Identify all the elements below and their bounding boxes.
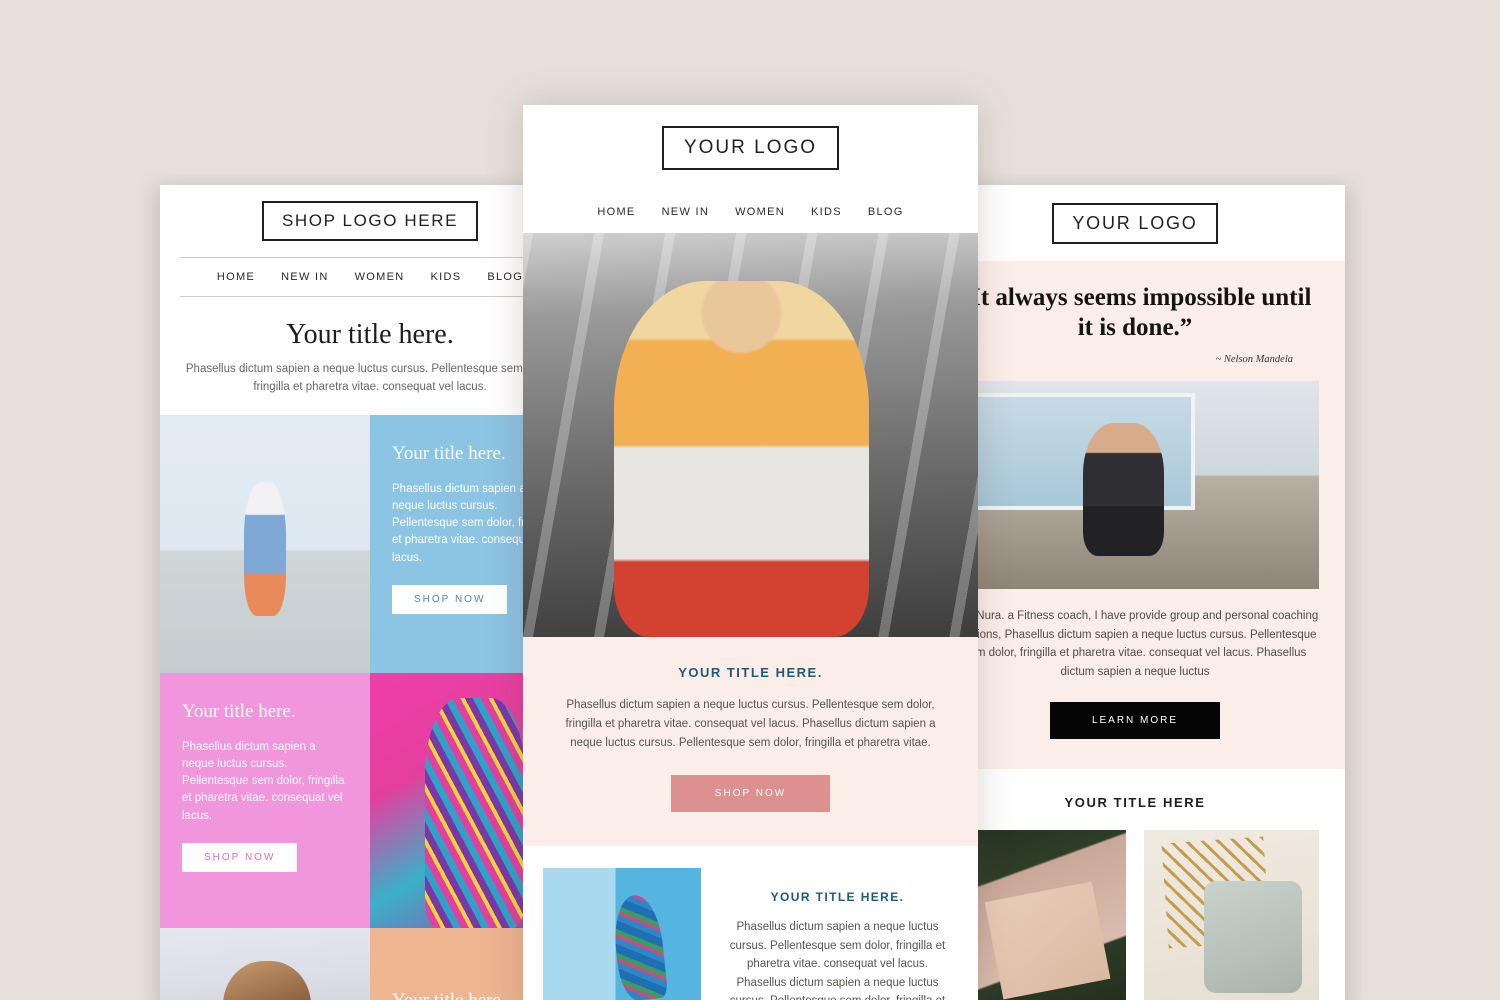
right-body-text: I'am Nura. a Fitness coach, I have provi… bbox=[951, 610, 1319, 678]
right-lower-section: YOUR TITLE HERE bbox=[925, 768, 1345, 1000]
left-block-row-1: Your title here. Phasellus dictum sapien… bbox=[160, 414, 580, 673]
left-logo-bar: SHOP LOGO HERE bbox=[160, 185, 580, 257]
center-cream-section: YOUR TITLE HERE. Phasellus dictum sapien… bbox=[523, 637, 978, 846]
center-feature-title: YOUR TITLE HERE. bbox=[770, 889, 905, 904]
center-feature-text: YOUR TITLE HERE. Phasellus dictum sapien… bbox=[701, 868, 958, 1000]
center-nav-item-women[interactable]: WOMEN bbox=[735, 206, 785, 218]
left-photo-windblown bbox=[160, 927, 370, 1000]
email-template-left: SHOP LOGO HERE HOME NEW IN WOMEN KIDS BL… bbox=[160, 185, 580, 1000]
center-feature-photo-wrapper bbox=[543, 867, 701, 1000]
woman-lifting-dumbbells-photo bbox=[951, 381, 1319, 589]
center-section-body: Phasellus dictum sapien a neque luctus c… bbox=[565, 699, 936, 749]
right-logo-bar: YOUR LOGO bbox=[925, 185, 1345, 261]
right-thumbnail-grid bbox=[951, 829, 1319, 1000]
center-nav-item-kids[interactable]: KIDS bbox=[811, 206, 842, 218]
left-text-block-pink: Your title here. Phasellus dictum sapien… bbox=[160, 672, 370, 928]
right-lower-title: YOUR TITLE HERE bbox=[1064, 794, 1206, 810]
center-shop-now-button[interactable]: SHOP NOW bbox=[670, 774, 831, 812]
center-logo-bar: YOUR LOGO bbox=[523, 105, 978, 191]
center-feature-section: YOUR TITLE HERE. Phasellus dictum sapien… bbox=[523, 846, 978, 1000]
left-hero: Your title here. Phasellus dictum sapien… bbox=[160, 297, 580, 415]
left-navbar: HOME NEW IN WOMEN KIDS BLOG bbox=[180, 258, 560, 296]
left-photo-denim bbox=[160, 414, 370, 673]
left-block1-shop-now-button[interactable]: SHOP NOW bbox=[392, 584, 508, 614]
left-hero-title: Your title here. bbox=[286, 319, 454, 350]
left-nav-item-new-in[interactable]: NEW IN bbox=[281, 271, 329, 283]
left-hero-body: Phasellus dictum sapien a neque luctus c… bbox=[185, 363, 555, 393]
woman-seated-on-street-photo bbox=[523, 233, 978, 637]
left-block2-shop-now-button[interactable]: SHOP NOW bbox=[182, 842, 298, 872]
center-nav-item-home[interactable]: HOME bbox=[597, 206, 635, 218]
woman-in-denim-photo bbox=[160, 414, 370, 673]
right-quote-section: “It always seems impossible until it is … bbox=[925, 261, 1345, 381]
left-logo[interactable]: SHOP LOGO HERE bbox=[261, 201, 479, 241]
left-nav-item-kids[interactable]: KIDS bbox=[430, 271, 461, 283]
right-body-section: I'am Nura. a Fitness coach, I have provi… bbox=[925, 589, 1345, 769]
center-section-title: YOUR TITLE HERE. bbox=[678, 665, 823, 680]
center-feature-body: Phasellus dictum sapien a neque luctus c… bbox=[729, 920, 946, 1000]
left-block2-title: Your title here. bbox=[182, 700, 296, 722]
left-nav-item-blog[interactable]: BLOG bbox=[487, 271, 523, 283]
center-hero-photo-wrapper bbox=[523, 233, 978, 637]
floral-shoe-photo bbox=[543, 867, 701, 1000]
mockup-stage: SHOP LOGO HERE HOME NEW IN WOMEN KIDS BL… bbox=[0, 0, 1500, 1000]
right-logo[interactable]: YOUR LOGO bbox=[1052, 202, 1218, 244]
email-template-center: YOUR LOGO HOME NEW IN WOMEN KIDS BLOG YO… bbox=[523, 105, 978, 1000]
left-block-row-2: Your title here. Phasellus dictum sapien… bbox=[160, 672, 580, 928]
left-nav-wrapper: HOME NEW IN WOMEN KIDS BLOG bbox=[180, 257, 560, 297]
right-photo-wrapper bbox=[925, 381, 1345, 589]
left-nav-item-home[interactable]: HOME bbox=[217, 271, 255, 283]
woman-windblown-hair-photo bbox=[160, 927, 370, 1000]
right-learn-more-button[interactable]: LEARN MORE bbox=[1049, 701, 1221, 739]
center-nav-item-new-in[interactable]: NEW IN bbox=[662, 206, 710, 218]
left-nav-item-women[interactable]: WOMEN bbox=[355, 271, 405, 283]
right-quote-text: “It always seems impossible until it is … bbox=[958, 284, 1312, 341]
center-navbar: HOME NEW IN WOMEN KIDS BLOG bbox=[523, 191, 978, 233]
center-nav-item-blog[interactable]: BLOG bbox=[868, 206, 904, 218]
email-template-right: YOUR LOGO “It always seems impossible un… bbox=[925, 185, 1345, 1000]
left-block-row-3: Your title here. bbox=[160, 927, 580, 1000]
right-quote-attribution: ~ Nelson Mandela bbox=[1215, 354, 1293, 365]
wrapped-linen-gift-photo[interactable] bbox=[1144, 829, 1319, 1000]
left-block2-body: Phasellus dictum sapien a neque luctus c… bbox=[182, 740, 345, 822]
center-logo[interactable]: YOUR LOGO bbox=[661, 126, 840, 170]
